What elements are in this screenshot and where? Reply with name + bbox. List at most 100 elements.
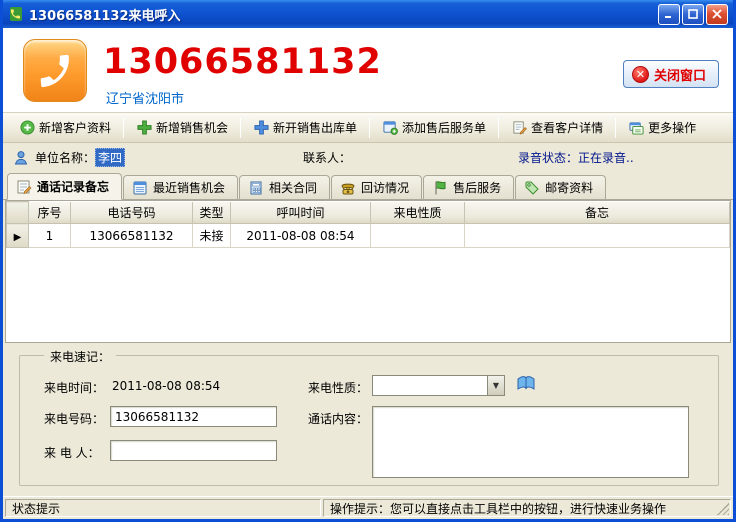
titlebar: 13066581132来电呼入 <box>3 0 733 28</box>
tab-recent-opportunities[interactable]: 最近销售机会 <box>123 175 238 199</box>
tab-label: 相关合同 <box>269 179 317 196</box>
call-nature-selected-value <box>373 376 487 395</box>
call-nature-select[interactable]: ▼ <box>372 375 505 396</box>
callback-icon <box>340 180 356 196</box>
caller-person-input[interactable] <box>110 440 277 461</box>
close-window-label: 关闭窗口 <box>654 65 706 84</box>
quick-note-groupbox: 来电速记： 来电时间： 2011-08-08 08:54 来电性质： ▼ 来电号… <box>19 355 719 486</box>
toolbar-separator <box>615 118 616 138</box>
new-outbound-order-icon <box>253 120 269 136</box>
tab-after-sales[interactable]: 售后服务 <box>423 175 514 199</box>
toolbar: 新增客户资料 新增销售机会 新开销售出库单 添加售后服务单 <box>3 113 733 143</box>
tab-label: 最近销售机会 <box>153 179 225 196</box>
status-hint-text: 状态提示 <box>12 500 60 517</box>
book-icon[interactable] <box>516 375 536 393</box>
minimize-button[interactable] <box>658 4 680 25</box>
cell-seq: 1 <box>29 224 71 248</box>
call-content-textarea[interactable] <box>372 406 689 478</box>
view-customer-detail-icon <box>511 120 527 136</box>
toolbar-label: 添加售后服务单 <box>402 119 486 136</box>
call-content-label: 通话内容： <box>308 410 368 427</box>
tab-call-memo[interactable]: 通话记录备忘 <box>7 173 122 200</box>
groupbox-legend: 来电速记： <box>44 348 116 365</box>
col-memo[interactable]: 备忘 <box>465 202 730 224</box>
current-row-arrow-icon: ▶ <box>14 232 22 243</box>
toolbar-label: 更多操作 <box>648 119 696 136</box>
toolbar-add-opportunity[interactable]: 新增销售机会 <box>128 116 236 139</box>
tab-callback[interactable]: 回访情况 <box>331 175 422 199</box>
status-hint-panel: 状态提示 <box>5 499 321 517</box>
chevron-down-icon[interactable]: ▼ <box>487 376 504 395</box>
caller-location: 辽宁省沈阳市 <box>106 88 184 107</box>
infobar: 单位名称： 李四 联系人： 录音状态：正在录音.. <box>3 143 733 172</box>
row-selector-header <box>7 202 29 224</box>
toolbar-separator <box>123 118 124 138</box>
table-row[interactable]: ▶ 1 13066581132 未接 2011-08-08 08:54 <box>7 224 730 248</box>
incoming-call-window: 13066581132来电呼入 13066581132 辽宁省沈阳市 ✕ 关闭窗… <box>0 0 736 522</box>
more-actions-icon <box>628 120 644 136</box>
col-call-time[interactable]: 呼叫时间 <box>231 202 371 224</box>
col-phone[interactable]: 电话号码 <box>71 202 193 224</box>
col-seq[interactable]: 序号 <box>29 202 71 224</box>
tab-label: 售后服务 <box>453 179 501 196</box>
cell-type: 未接 <box>193 224 231 248</box>
call-record-table: 序号 电话号码 类型 呼叫时间 来电性质 备忘 ▶ 1 13066581132 … <box>5 200 731 343</box>
unit-name-label: 单位名称： <box>35 149 95 166</box>
cell-nature <box>371 224 465 248</box>
recording-status: 录音状态：正在录音.. <box>518 149 634 166</box>
toolbar-label: 新增客户资料 <box>39 119 111 136</box>
table-header-row: 序号 电话号码 类型 呼叫时间 来电性质 备忘 <box>7 202 730 224</box>
quick-note-area: 来电速记： 来电时间： 2011-08-08 08:54 来电性质： ▼ 来电号… <box>3 343 733 496</box>
contact-label: 联系人： <box>303 149 351 166</box>
caller-number: 13066581132 <box>103 42 382 82</box>
call-nature-label: 来电性质： <box>308 379 368 396</box>
call-time-value: 2011-08-08 08:54 <box>112 379 220 393</box>
toolbar-separator <box>498 118 499 138</box>
toolbar-label: 新增销售机会 <box>156 119 228 136</box>
operation-hint-panel: 操作提示：您可以直接点击工具栏中的按钮，进行快速业务操作 <box>323 499 731 517</box>
tab-label: 回访情况 <box>361 179 409 196</box>
toolbar-view-customer-detail[interactable]: 查看客户详情 <box>503 116 611 139</box>
add-service-order-icon <box>382 120 398 136</box>
tab-mailing[interactable]: 邮寄资料 <box>515 175 606 199</box>
unit-name-value[interactable]: 李四 <box>95 148 125 167</box>
row-selector-cell: ▶ <box>7 224 29 248</box>
window-title: 13066581132来电呼入 <box>29 5 656 24</box>
caller-header: 13066581132 辽宁省沈阳市 ✕ 关闭窗口 <box>3 28 733 113</box>
toolbar-add-customer[interactable]: 新增客户资料 <box>11 116 119 139</box>
person-icon <box>13 150 29 166</box>
app-icon <box>8 6 24 22</box>
add-opportunity-icon <box>136 120 152 136</box>
after-sales-icon <box>432 180 448 196</box>
toolbar-add-service-order[interactable]: 添加售后服务单 <box>374 116 494 139</box>
cell-memo <box>465 224 730 248</box>
toolbar-label: 新开销售出库单 <box>273 119 357 136</box>
toolbar-separator <box>369 118 370 138</box>
call-time-label: 来电时间： <box>44 379 104 396</box>
statusbar: 状态提示 操作提示：您可以直接点击工具栏中的按钮，进行快速业务操作 <box>3 496 733 519</box>
caller-number-input[interactable] <box>110 406 277 427</box>
toolbar-label: 查看客户详情 <box>531 119 603 136</box>
close-button[interactable] <box>706 4 728 25</box>
toolbar-more-actions[interactable]: 更多操作 <box>620 116 704 139</box>
tab-contracts[interactable]: 相关合同 <box>239 175 330 199</box>
close-window-button[interactable]: ✕ 关闭窗口 <box>623 60 719 88</box>
close-circle-icon: ✕ <box>632 66 649 83</box>
contract-icon <box>248 180 264 196</box>
recent-opportunity-icon <box>132 180 148 196</box>
col-type[interactable]: 类型 <box>193 202 231 224</box>
col-nature[interactable]: 来电性质 <box>371 202 465 224</box>
tab-label: 邮寄资料 <box>545 179 593 196</box>
toolbar-new-outbound-order[interactable]: 新开销售出库单 <box>245 116 365 139</box>
toolbar-separator <box>240 118 241 138</box>
resize-grip[interactable] <box>717 503 729 515</box>
call-memo-icon <box>16 179 32 195</box>
cell-phone: 13066581132 <box>71 224 193 248</box>
operation-hint-text: 操作提示：您可以直接点击工具栏中的按钮，进行快速业务操作 <box>330 500 666 517</box>
cell-call-time: 2011-08-08 08:54 <box>231 224 371 248</box>
tabstrip: 通话记录备忘 最近销售机会 相关合同 回访情况 售后服务 <box>3 172 733 200</box>
maximize-button[interactable] <box>682 4 704 25</box>
tab-label: 通话记录备忘 <box>37 178 109 195</box>
caller-person-label: 来 电 人： <box>44 444 100 461</box>
add-customer-icon <box>19 120 35 136</box>
